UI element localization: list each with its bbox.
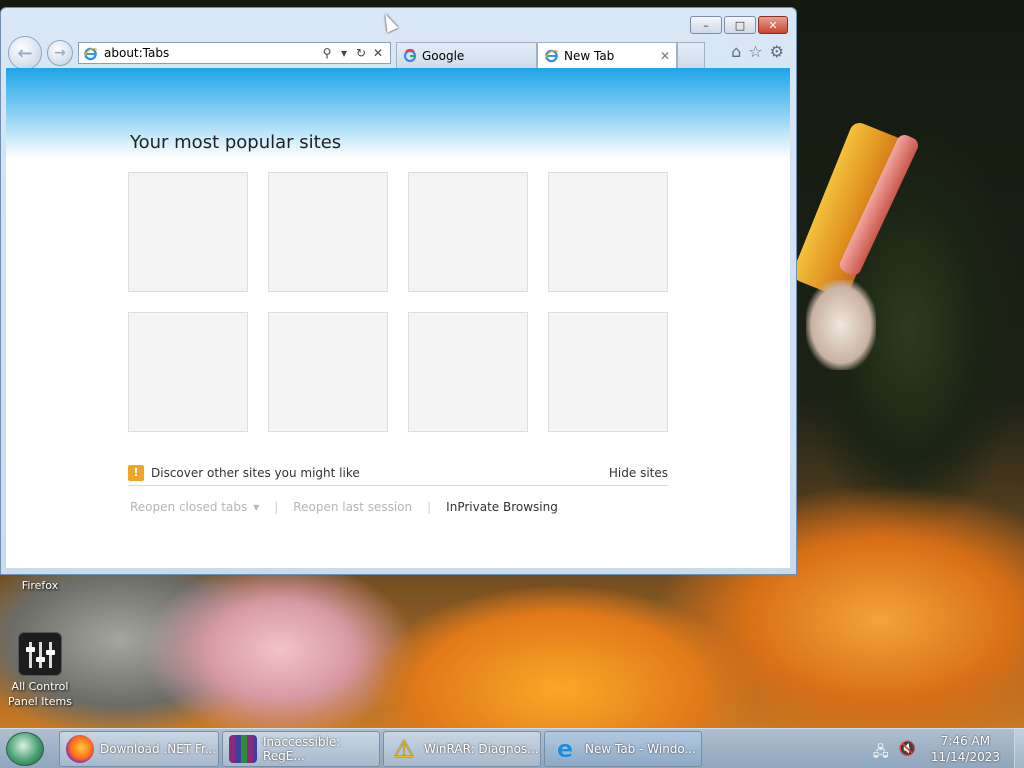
discover-sites-icon: ! (128, 464, 144, 481)
desktop-icon-label: Firefox (21, 579, 59, 592)
command-icons: ⌂ ☆ ⚙ (731, 42, 784, 61)
reopen-closed-tabs-link[interactable]: Reopen closed tabs (130, 500, 247, 514)
site-tile[interactable] (548, 312, 668, 432)
tab-new-tab[interactable]: New Tab ✕ (537, 42, 677, 68)
internet-explorer-icon (544, 49, 559, 63)
internet-explorer-icon (83, 47, 98, 60)
taskbar-item-label: WinRAR: Diagnos... (424, 742, 539, 756)
site-tile[interactable] (268, 172, 388, 292)
start-button[interactable] (6, 732, 44, 766)
gear-icon[interactable]: ⚙ (770, 42, 784, 61)
control-panel-icon (18, 632, 62, 676)
tab-label: New Tab (564, 48, 615, 63)
taskbar-item-label: Inaccessible: RegE... (263, 735, 341, 763)
search-icon[interactable]: ⚲ (319, 46, 335, 60)
clock[interactable]: 7:46 AM 11/14/2023 (931, 733, 1000, 765)
taskbar-item-winrar-diagnostic[interactable]: ⚠ WinRAR: Diagnos... (383, 731, 541, 767)
site-tile[interactable] (128, 172, 248, 292)
browser-window: – □ ✕ ← → ⚲ ▾ ↻ ✕ Google (0, 7, 797, 575)
address-input[interactable] (104, 46, 318, 60)
separator: | (427, 500, 432, 514)
arrow-left-icon: ← (17, 42, 33, 64)
forward-button[interactable]: → (47, 40, 73, 66)
page-title: Your most popular sites (130, 132, 342, 153)
discover-sites-link[interactable]: Discover other sites you might like (151, 466, 360, 480)
google-icon (403, 48, 417, 62)
wallpaper-rope (806, 280, 876, 370)
hide-sites-link[interactable]: Hide sites (609, 466, 668, 480)
tab-strip: Google New Tab ✕ (396, 42, 705, 68)
chevron-down-icon[interactable]: ▾ (253, 500, 259, 514)
site-tile[interactable] (268, 312, 388, 432)
internet-explorer-icon: e (556, 735, 574, 763)
arrow-right-icon: → (54, 45, 66, 61)
window-controls: – □ ✕ (690, 16, 788, 34)
taskbar-item-winrar[interactable]: Inaccessible: RegE... (222, 731, 380, 767)
taskbar: Download .NET Fr... Inaccessible: RegE..… (0, 728, 1024, 768)
minimize-button[interactable]: – (690, 16, 722, 34)
site-tile[interactable] (408, 312, 528, 432)
home-icon[interactable]: ⌂ (731, 42, 741, 61)
taskbar-item-label: Download .NET Fr... (100, 742, 217, 756)
clock-date: 11/14/2023 (930, 750, 1000, 764)
desktop-icon-label: All Control Panel Items (8, 680, 72, 708)
clock-time: 7:46 AM (940, 734, 991, 748)
reopen-last-session-link[interactable]: Reopen last session (293, 500, 412, 514)
tab-label: Google (422, 48, 465, 63)
site-tile[interactable] (408, 172, 528, 292)
desktop-icon-control-panel[interactable]: All Control Panel Items (0, 632, 80, 709)
taskbar-item-internet-explorer[interactable]: e New Tab - Windo... (544, 731, 702, 767)
discover-row: ! Discover other sites you might like Hi… (128, 460, 668, 486)
volume-muted-icon[interactable]: 🔇 (899, 741, 916, 757)
refresh-icon[interactable]: ↻ (353, 46, 369, 60)
close-button[interactable]: ✕ (758, 16, 788, 34)
network-icon[interactable]: 🖧 (873, 741, 889, 760)
maximize-button[interactable]: □ (724, 16, 756, 34)
taskbar-item-firefox[interactable]: Download .NET Fr... (59, 731, 219, 767)
close-icon[interactable]: ✕ (370, 46, 386, 60)
inprivate-browsing-link[interactable]: InPrivate Browsing (446, 500, 558, 514)
system-tray: 🖧 🔇 7:46 AM 11/14/2023 (873, 729, 1024, 768)
winrar-icon (229, 735, 257, 763)
site-tile[interactable] (128, 312, 248, 432)
new-tab-button[interactable] (677, 42, 705, 68)
site-tile[interactable] (548, 172, 668, 292)
back-button[interactable]: ← (8, 36, 42, 70)
taskbar-item-label: New Tab - Windo... (585, 742, 696, 756)
separator: | (274, 500, 279, 514)
tab-google[interactable]: Google (396, 42, 537, 68)
chevron-down-icon[interactable]: ▾ (336, 46, 352, 60)
show-desktop-button[interactable] (1014, 729, 1024, 768)
desktop-icon-firefox[interactable]: Firefox (0, 578, 80, 593)
address-bar: ⚲ ▾ ↻ ✕ (78, 42, 391, 64)
footer-links: Reopen closed tabs ▾ | Reopen last sessi… (130, 500, 558, 514)
popular-sites-grid (128, 172, 668, 432)
warning-icon: ⚠ (393, 735, 415, 763)
favorites-star-icon[interactable]: ☆ (748, 42, 762, 61)
new-tab-page: Your most popular sites ! Discover other… (6, 68, 790, 568)
close-tab-icon[interactable]: ✕ (660, 49, 670, 63)
firefox-icon (66, 735, 94, 763)
